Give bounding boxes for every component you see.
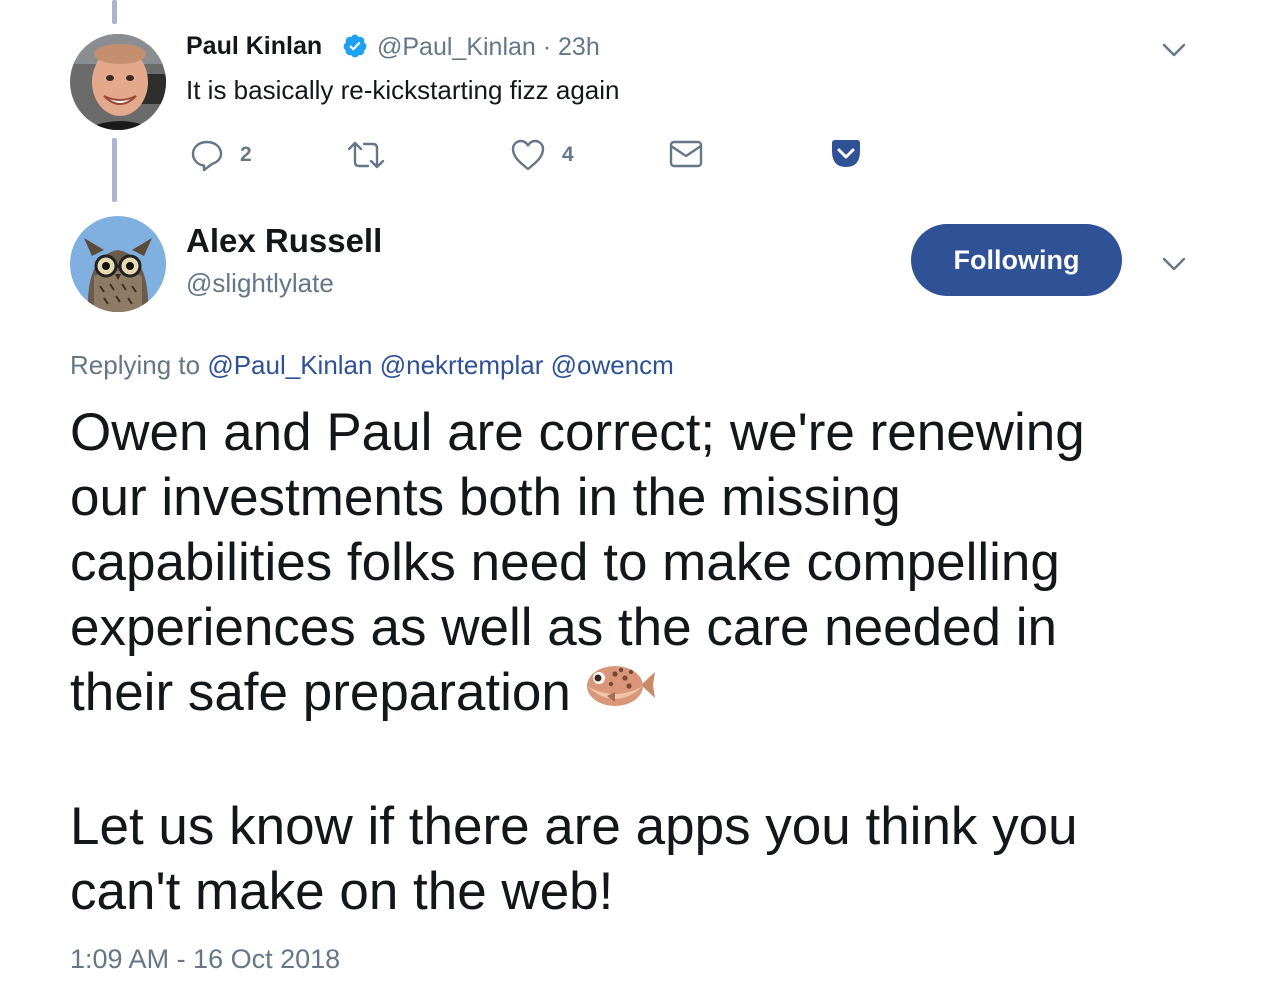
tweet-line: experiences as well as the care needed i… [70,598,1057,657]
tweet-line: Let us know if there are apps you think … [70,796,1078,856]
main-author-handle[interactable]: @slightlylate [186,268,334,299]
main-author-name[interactable]: Alex Russell [186,222,382,260]
replying-to: Replying to @Paul_Kinlan @nekrtemplar @o… [70,350,674,381]
mention-link[interactable]: @nekrtemplar [380,350,544,380]
verified-badge-icon [343,34,367,58]
tweet-body: Owen and Paul are correct; we're renewin… [70,400,1200,924]
thread-line-middle [112,138,117,202]
retweet-icon [347,141,385,169]
pocket-icon [832,140,860,167]
tweet-timestamp[interactable]: 1:09 AM - 16 Oct 2018 [70,944,340,975]
parent-tweet-text: It is basically re-kickstarting fizz aga… [186,75,620,105]
retweet-action[interactable] [346,140,386,170]
tweet-line-with-emoji: their safe preparation [70,660,1200,729]
like-action[interactable]: 4 [510,138,574,172]
tweet-line: our investments both in the missing [70,468,901,527]
alex-russell-avatar[interactable] [70,216,166,312]
reply-action[interactable]: 2 [190,138,252,172]
parent-more-chevron-down-icon[interactable] [1160,36,1188,64]
following-button[interactable]: Following [911,224,1122,296]
reply-count: 2 [240,143,252,166]
pocket-action[interactable] [830,139,862,169]
mention-link[interactable]: @owencm [551,350,674,380]
tweet-line: capabilities folks need to make compelli… [70,533,1060,592]
replying-to-label: Replying to [70,350,201,380]
parent-author-name[interactable]: Paul Kinlan [186,32,322,61]
mention-link[interactable]: @Paul_Kinlan [207,350,372,380]
tweet-line: their safe preparation [70,663,571,722]
like-count: 4 [562,143,574,166]
paul-kinlan-avatar[interactable] [70,34,166,130]
tweet-line: Owen and Paul are correct; we're renewin… [70,403,1085,462]
blowfish-emoji-icon [585,658,657,723]
parent-author-meta[interactable]: @Paul_Kinlan · 23h [377,33,600,62]
heart-icon [511,139,545,171]
envelope-icon [669,140,703,168]
tweet-line: can't make on the web! [70,861,614,921]
thread-line-top [112,0,117,24]
direct-message-action[interactable] [669,140,703,168]
reply-icon [191,140,223,172]
main-more-chevron-down-icon[interactable] [1160,250,1188,278]
